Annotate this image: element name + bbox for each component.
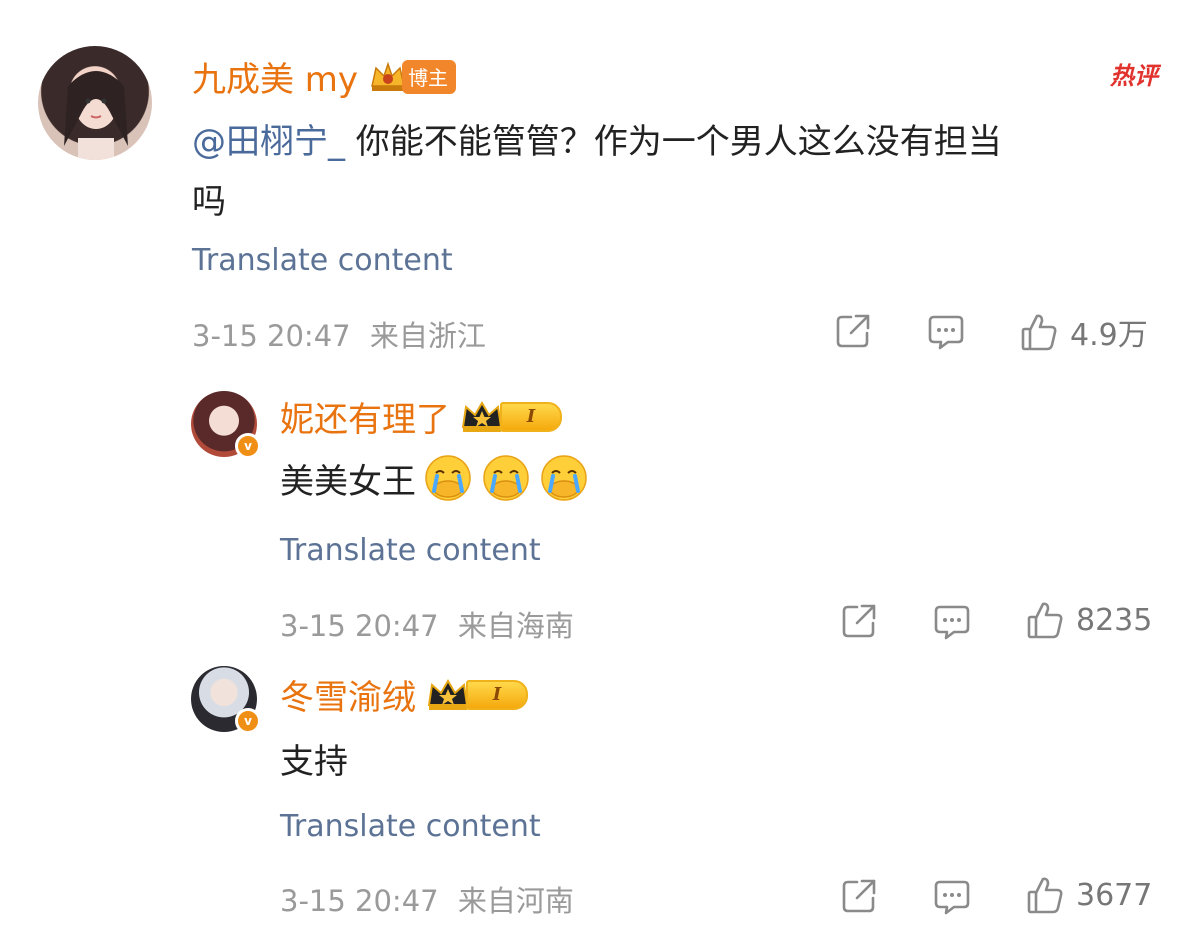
blogger-badge: 博主: [368, 59, 457, 94]
share-button[interactable]: [834, 312, 872, 354]
blogger-label: 博主: [402, 59, 457, 94]
comment-icon: [928, 315, 964, 350]
reply-meta: 3-15 20:47 来自河南: [280, 878, 574, 920]
reply-avatar-wrap[interactable]: v: [191, 391, 261, 459]
level-label: I: [466, 679, 528, 710]
like-count: 8235: [1076, 602, 1153, 638]
timestamp: 3-15 20:47: [192, 319, 351, 353]
comment-button[interactable]: [932, 877, 972, 921]
crying-face-icon: [541, 455, 587, 501]
like-button[interactable]: 4.9万: [1020, 310, 1148, 354]
verified-icon: v: [235, 433, 261, 459]
translate-link[interactable]: Translate content: [280, 809, 541, 844]
reply-header: 妮还有理了 I: [280, 392, 562, 441]
mention-link[interactable]: @田栩宁_: [192, 122, 345, 162]
avatar[interactable]: [38, 46, 152, 160]
share-button[interactable]: [840, 877, 878, 919]
crying-face-icon: [483, 455, 529, 501]
reply-text-content: 美美女王: [280, 461, 416, 502]
reply-header: 冬雪渝绒 I: [280, 670, 528, 719]
comment-text-line2: 吗: [192, 182, 226, 222]
crown-icon: [461, 400, 503, 432]
translate-link[interactable]: Translate content: [192, 243, 453, 278]
thumbs-up-icon: [1027, 877, 1063, 914]
username[interactable]: 九成美 my: [192, 52, 358, 101]
comment-text-line1: 你能不能管管？作为一个男人这么没有担当: [345, 122, 1002, 162]
translate-link[interactable]: Translate content: [280, 533, 541, 568]
timestamp: 3-15 20:47: [280, 609, 439, 643]
verified-icon: v: [235, 708, 261, 734]
location: 来自海南: [457, 609, 574, 643]
location: 来自河南: [457, 884, 574, 918]
reply-text: 美美女王: [280, 453, 590, 503]
comment-button[interactable]: [932, 602, 972, 646]
username[interactable]: 冬雪渝绒: [280, 670, 416, 719]
thumbs-up-icon: [1027, 602, 1063, 639]
share-icon: [842, 879, 876, 913]
like-button[interactable]: 3677: [1026, 875, 1152, 915]
vip-level-badge: I: [460, 399, 562, 435]
comment-icon: [934, 605, 970, 640]
share-icon: [836, 314, 870, 348]
reply-meta: 3-15 20:47 来自海南: [280, 603, 574, 645]
reply-avatar-wrap[interactable]: v: [191, 666, 261, 734]
comment-text: @田栩宁_ 你能不能管管？作为一个男人这么没有担当 吗: [192, 112, 1172, 232]
hot-comment-badge: 热评: [1110, 62, 1158, 90]
location: 来自浙江: [369, 319, 486, 353]
crown-icon: [427, 678, 469, 710]
vip-level-badge: I: [426, 677, 528, 713]
timestamp: 3-15 20:47: [280, 884, 439, 918]
comment-header: 九成美 my 博主: [192, 52, 457, 101]
comment-meta: 3-15 20:47 来自浙江: [192, 313, 486, 355]
like-count: 3677: [1076, 877, 1153, 913]
level-label: I: [500, 401, 562, 432]
username[interactable]: 妮还有理了: [280, 392, 450, 441]
share-button[interactable]: [840, 602, 878, 644]
comment-button[interactable]: [926, 312, 966, 356]
like-count: 4.9万: [1070, 318, 1148, 353]
reply-text: 支持: [280, 742, 348, 782]
share-icon: [842, 604, 876, 638]
thumbs-up-icon: [1021, 314, 1057, 351]
comment-icon: [934, 880, 970, 915]
crying-face-icon: [425, 455, 471, 501]
like-button[interactable]: 8235: [1026, 600, 1152, 640]
